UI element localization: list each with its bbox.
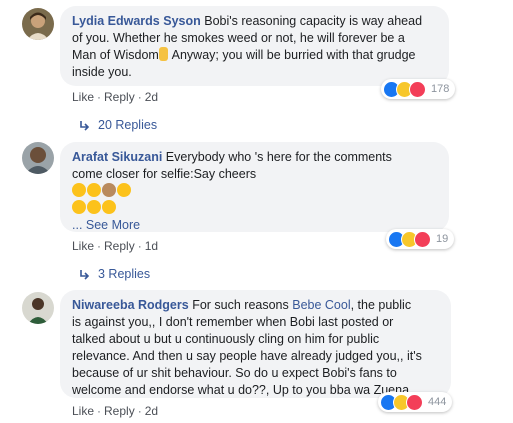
avatar-niwareeba[interactable] [22,292,54,324]
comment-actions: Like · Reply · 2d [72,90,159,104]
comment-text: because of ur shit behaviour. So do u ex… [72,366,397,380]
comment-text: Everybody who 's here for the comments [165,150,392,164]
reply-arrow-icon [80,269,90,280]
see-more-link[interactable]: ... See More [72,218,140,232]
comment-text: relevance. And then u say people have al… [72,349,422,363]
comment-text: Anyway; you will be burried with that gr… [168,48,416,62]
reaction-summary[interactable]: 444 [378,392,453,412]
comment-bubble: Lydia Edwards Syson Bobi's reasoning cap… [60,6,449,86]
grin-emoji-icon [72,183,86,197]
comment-bubble: Arafat Sikuzani Everybody who 's here fo… [60,142,449,232]
author-name[interactable]: Lydia Edwards Syson [72,14,201,28]
timestamp[interactable]: 2d [145,90,158,104]
comment-text: come closer for selfie:Say cheers [72,167,257,181]
smile-emoji-icon [87,183,101,197]
love-reaction-icon [414,230,431,248]
comment-text: talked about u but u continuously cling … [72,332,380,346]
view-replies-link[interactable]: 20 Replies [80,118,157,132]
like-button[interactable]: Like [72,404,94,418]
reply-arrow-icon [80,120,90,131]
author-name[interactable]: Arafat Sikuzani [72,150,162,164]
reaction-count: 444 [428,396,447,408]
comment-actions: Like · Reply · 2d [72,404,159,418]
tagged-user-link[interactable]: Bebe Cool [292,298,350,312]
comment-bubble: Niwareeba Rodgers For such reasons Bebe … [60,290,451,398]
emoji-row [72,200,437,217]
smile-emoji-icon [102,200,116,214]
hand-emoji-icon [158,47,168,61]
avatar-lydia[interactable] [22,8,54,40]
comment-text: Bobi's reasoning capacity is way ahead [204,14,423,28]
timestamp[interactable]: 2d [145,404,158,418]
love-reaction-icon [409,80,426,98]
reaction-count: 19 [436,233,449,245]
like-button[interactable]: Like [72,239,94,253]
monkey-emoji-icon [102,183,116,197]
comment-text: For such reasons [188,298,293,312]
view-replies-link[interactable]: 3 Replies [80,267,150,281]
like-button[interactable]: Like [72,90,94,104]
comment-text: Man of Wisdom [72,48,159,62]
reply-button[interactable]: Reply [104,90,135,104]
comment-actions: Like · Reply · 1d [72,239,159,253]
comment-text: of you. Whether he smokes weed or not, h… [72,31,405,45]
timestamp[interactable]: 1d [145,239,158,253]
reaction-count: 178 [431,83,450,95]
avatar-arafat[interactable] [22,142,54,174]
author-name[interactable]: Niwareeba Rodgers [72,298,189,312]
emoji-row [72,183,437,200]
comment-text: is against you,, I don't remember when B… [72,315,394,329]
reaction-summary[interactable]: 178 [381,79,456,99]
love-reaction-icon [406,393,423,411]
comment-text: , the public [350,298,412,312]
reaction-summary[interactable]: 19 [386,229,455,249]
reply-button[interactable]: Reply [104,404,135,418]
laugh-emoji-icon [117,183,131,197]
reply-button[interactable]: Reply [104,239,135,253]
blush-emoji-icon [72,200,86,214]
tongue-emoji-icon [87,200,101,214]
comment-text: inside you. [72,65,132,79]
